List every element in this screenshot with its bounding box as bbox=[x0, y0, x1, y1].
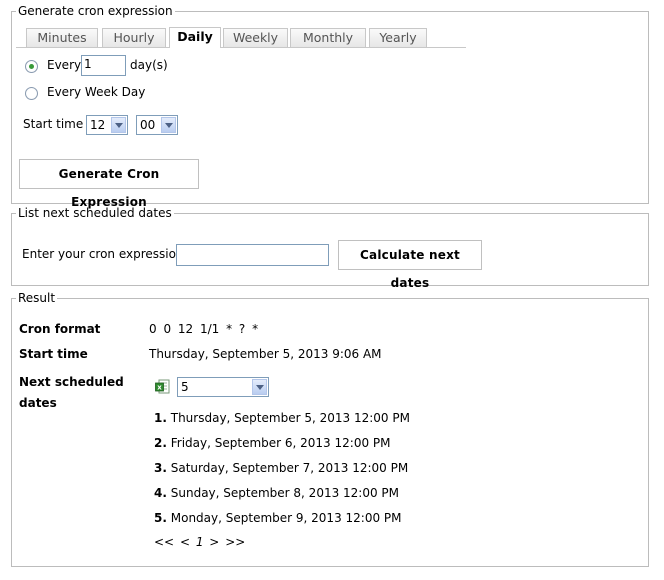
cron-expression-input[interactable] bbox=[176, 244, 329, 266]
result-legend: Result bbox=[18, 291, 56, 305]
next-dates-label-line1: Next scheduled bbox=[19, 375, 124, 389]
chevron-down-icon bbox=[161, 117, 176, 133]
start-time-result-value: Thursday, September 5, 2013 9:06 AM bbox=[149, 347, 382, 361]
hour-select[interactable]: 12 bbox=[86, 115, 128, 135]
result-section: Result bbox=[11, 291, 649, 567]
pager-next-link[interactable]: > bbox=[209, 535, 219, 549]
next-dates-label: Next scheduled dates bbox=[19, 372, 124, 414]
pager-prev-link[interactable]: < bbox=[180, 535, 190, 549]
tab-monthly[interactable]: Monthly bbox=[290, 28, 366, 47]
list-dates-legend: List next scheduled dates bbox=[18, 206, 172, 220]
date-text: Saturday, September 7, 2013 12:00 PM bbox=[170, 461, 409, 475]
frequency-tabs: Minutes Hourly Daily Weekly Monthly Year… bbox=[16, 27, 466, 48]
list-item: 4. Sunday, September 8, 2013 12:00 PM bbox=[154, 486, 399, 500]
cron-expression-label: Enter your cron expression bbox=[22, 247, 184, 261]
every-days-radio[interactable] bbox=[25, 60, 38, 73]
every-days-input[interactable]: 1 bbox=[81, 55, 126, 76]
date-index: 1. bbox=[154, 411, 167, 425]
svg-text:x: x bbox=[157, 384, 162, 392]
pager-first-link[interactable]: << bbox=[154, 535, 174, 549]
pager-current-page: 1 bbox=[195, 535, 204, 549]
every-week-day-label: Every Week Day bbox=[47, 85, 146, 99]
list-item: 1. Thursday, September 5, 2013 12:00 PM bbox=[154, 411, 410, 425]
list-dates-section: List next scheduled dates bbox=[11, 206, 649, 286]
minute-select[interactable]: 00 bbox=[136, 115, 178, 135]
every-label: Every bbox=[47, 58, 82, 72]
tab-minutes[interactable]: Minutes bbox=[26, 28, 98, 47]
date-index: 5. bbox=[154, 511, 167, 525]
tab-hourly[interactable]: Hourly bbox=[102, 28, 166, 47]
chevron-down-icon bbox=[252, 379, 267, 395]
dates-count-select[interactable]: 5 bbox=[177, 377, 269, 397]
list-item: 3. Saturday, September 7, 2013 12:00 PM bbox=[154, 461, 408, 475]
chevron-down-icon bbox=[111, 117, 126, 133]
list-item: 5. Monday, September 9, 2013 12:00 PM bbox=[154, 511, 402, 525]
tab-weekly[interactable]: Weekly bbox=[223, 28, 288, 47]
cron-format-label: Cron format bbox=[19, 322, 101, 336]
tab-daily[interactable]: Daily bbox=[169, 27, 221, 48]
every-week-day-radio[interactable] bbox=[25, 87, 38, 100]
days-suffix: day(s) bbox=[130, 58, 168, 72]
excel-icon[interactable]: x bbox=[155, 379, 170, 394]
date-index: 3. bbox=[154, 461, 167, 475]
list-item: 2. Friday, September 6, 2013 12:00 PM bbox=[154, 436, 391, 450]
date-text: Sunday, September 8, 2013 12:00 PM bbox=[170, 486, 400, 500]
minute-value: 00 bbox=[140, 118, 156, 132]
hour-value: 12 bbox=[90, 118, 106, 132]
dates-count-value: 5 bbox=[181, 380, 189, 394]
tab-yearly[interactable]: Yearly bbox=[369, 28, 427, 47]
pager-last-link[interactable]: >> bbox=[225, 535, 245, 549]
date-index: 2. bbox=[154, 436, 167, 450]
start-time-label: Start time bbox=[23, 117, 84, 131]
next-dates-label-line2: dates bbox=[19, 396, 57, 410]
generate-cron-button[interactable]: Generate Cron Expression bbox=[19, 159, 199, 209]
cron-format-value: 0 0 12 1/1 * ? * bbox=[149, 322, 259, 336]
date-text: Thursday, September 5, 2013 12:00 PM bbox=[170, 411, 410, 425]
date-text: Monday, September 9, 2013 12:00 PM bbox=[170, 511, 402, 525]
date-index: 4. bbox=[154, 486, 167, 500]
date-text: Friday, September 6, 2013 12:00 PM bbox=[170, 436, 391, 450]
pager: << < 1 > >> bbox=[154, 535, 245, 549]
calculate-next-dates-button[interactable]: Calculate next dates bbox=[338, 240, 482, 290]
generate-cron-legend: Generate cron expression bbox=[18, 4, 173, 18]
start-time-result-label: Start time bbox=[19, 347, 88, 361]
